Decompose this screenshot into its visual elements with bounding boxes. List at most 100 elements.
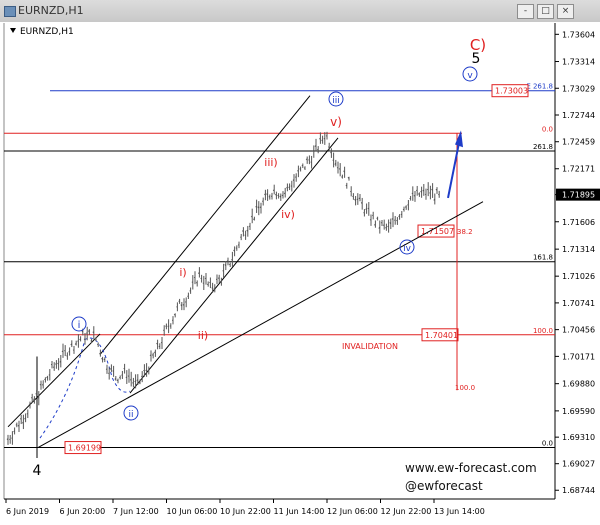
price-bar-tick — [294, 176, 297, 178]
price-bar-tick — [200, 277, 202, 280]
price-bar-tick — [127, 375, 130, 377]
price-tick-label: 1.69310 — [562, 433, 595, 442]
price-bar-tick — [255, 205, 257, 208]
wave-label: 4 — [33, 463, 42, 479]
price-bar-tick — [367, 207, 370, 210]
level-label: 0.0 — [542, 125, 553, 133]
price-bar-tick — [281, 194, 284, 197]
level-label: 100.0 — [533, 327, 553, 335]
price-bar-tick — [52, 366, 55, 368]
price-tick-label: 1.69027 — [562, 460, 595, 469]
price-bar-tick — [85, 332, 88, 334]
price-bar-tick — [94, 338, 97, 340]
fib-price-label: 1.71507 — [421, 227, 454, 236]
wave-label: ii — [128, 410, 133, 420]
time-tick-label: 12 Jun 06:00 — [327, 507, 378, 516]
price-bar-tick — [145, 369, 147, 372]
price-tick-label: 1.71606 — [562, 218, 595, 227]
price-bar-tick — [321, 139, 323, 141]
price-bar-tick — [387, 225, 389, 228]
time-tick-label: 12 Jun 22:00 — [381, 507, 432, 516]
invalidation-label: INVALIDATION — [342, 342, 398, 351]
price-bar-tick — [288, 186, 290, 188]
price-tick-label: 1.69590 — [562, 407, 595, 416]
price-bar-tick — [429, 192, 431, 194]
price-bar-tick — [415, 189, 418, 192]
price-bar-tick — [385, 226, 387, 229]
level-label: 261.8 — [533, 143, 553, 151]
wave-label: i — [78, 320, 81, 331]
price-bar-tick — [13, 430, 15, 433]
price-bar-tick — [28, 403, 31, 406]
time-tick-label: 10 Jun 06:00 — [167, 507, 218, 516]
price-bar-tick — [402, 208, 405, 211]
wave-label: iv — [403, 244, 412, 254]
price-tick-label: 1.70741 — [562, 299, 595, 308]
wave-label: iii — [332, 96, 340, 106]
price-bar-tick — [369, 219, 372, 221]
price-bar-tick — [30, 397, 33, 399]
level-price-label: 1.70401 — [425, 331, 458, 340]
price-bar-tick — [187, 295, 189, 297]
wave-label: iii) — [264, 156, 277, 169]
price-tick-label: 1.70171 — [562, 352, 595, 361]
price-tick-label: 1.72171 — [562, 165, 595, 174]
time-tick-label: 7 Jun 12:00 — [113, 507, 159, 516]
price-bar-tick — [206, 283, 209, 286]
price-bar-tick — [330, 151, 332, 154]
watermark-handle: @ewforecast — [405, 479, 483, 493]
price-bar-tick — [116, 379, 119, 382]
price-bar-tick — [426, 188, 429, 191]
price-bar-tick — [136, 379, 139, 381]
price-bar-tick — [213, 287, 216, 290]
price-bar-tick — [184, 301, 187, 303]
price-chart[interactable]: E 261.81.73003 0.0 261.8 161.8 100.0 1.70401 I… — [0, 0, 600, 525]
level-price-label: 1.73003 — [495, 87, 528, 96]
time-tick-label: 11 Jun 14:00 — [274, 507, 325, 516]
price-tick-label: 1.73604 — [562, 30, 595, 39]
level-label: 0.0 — [542, 440, 553, 448]
price-bar-tick — [132, 382, 134, 384]
price-bar-tick — [382, 224, 385, 226]
time-tick-label: 6 Jun 2019 — [6, 507, 49, 516]
price-bar-tick — [365, 208, 367, 210]
level-price-label: 1.69199 — [68, 444, 101, 453]
watermark-url: www.ew-forecast.com — [405, 461, 537, 475]
price-bar-tick — [396, 219, 398, 222]
price-tick-label: 1.72744 — [562, 111, 595, 120]
price-bar-tick — [261, 200, 264, 202]
price-bar-tick — [231, 258, 233, 261]
price-bar-tick — [55, 363, 57, 365]
price-bar-tick — [83, 338, 86, 340]
price-bar-tick — [376, 217, 378, 220]
price-tick-label: 1.69880 — [562, 380, 595, 389]
price-tick-label: 1.70456 — [562, 326, 595, 335]
price-tick-label: 1.73029 — [562, 84, 595, 93]
price-bar-tick — [41, 384, 44, 386]
time-tick-label: 10 Jun 22:00 — [220, 507, 271, 516]
wave-label: ii) — [198, 329, 208, 342]
price-bar-tick — [44, 378, 46, 381]
price-bar-tick — [151, 354, 154, 356]
price-bar-tick — [404, 206, 407, 208]
price-bar-tick — [226, 260, 229, 262]
time-tick-label: 13 Jun 14:00 — [434, 507, 485, 516]
price-tick-label: 1.71026 — [562, 272, 595, 281]
price-bar-tick — [356, 198, 359, 201]
wave-label: v — [467, 71, 473, 81]
price-bar-tick — [277, 194, 279, 197]
price-bar-tick — [160, 341, 163, 344]
price-bar-tick — [68, 351, 70, 353]
price-bar-tick — [345, 184, 348, 187]
price-tick-label: 1.68744 — [562, 486, 595, 495]
price-tick-label: 1.72459 — [562, 138, 595, 147]
price-bar-tick — [268, 196, 271, 198]
wave-label: v) — [330, 115, 342, 129]
price-tick-label: 1.71314 — [562, 245, 595, 254]
price-bar-tick — [420, 190, 422, 193]
price-tick-label: 1.71895 — [562, 191, 595, 200]
price-bar-tick — [112, 370, 114, 372]
price-bar-tick — [37, 396, 40, 399]
fib-label: 100.0 — [455, 384, 475, 392]
price-bar-tick — [204, 277, 207, 280]
